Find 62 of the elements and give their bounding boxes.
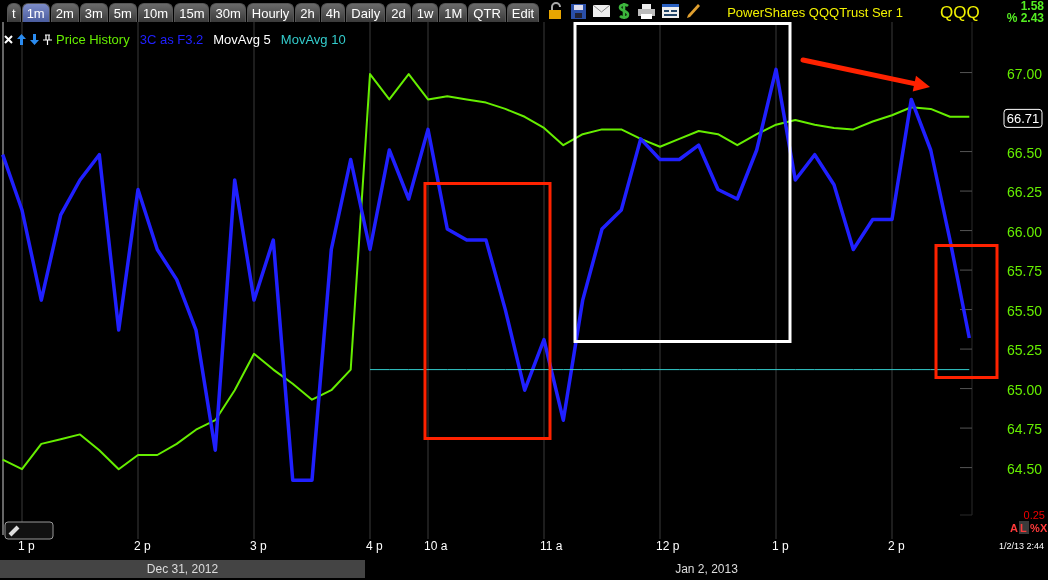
axis-label: 1 p [772,539,789,553]
timeframe-tab[interactable]: 1w [411,3,439,22]
axis-label: 11 a [540,539,563,553]
close-icon[interactable] [4,35,13,44]
save-icon[interactable] [571,3,587,19]
pencil-icon[interactable] [686,3,701,19]
mail-icon[interactable] [593,5,611,17]
legend-label: MovAvg 5 [213,32,271,47]
pin-icon[interactable] [43,34,52,45]
timeframe-tab[interactable]: 2m [50,3,79,22]
printer-icon[interactable] [638,2,656,20]
axis-label: 2 p [134,539,151,553]
timeframe-tab[interactable]: 2d [386,3,411,22]
timeframe-tab[interactable]: QTR [468,3,506,22]
legend-label: 3C as F3.2 [139,32,204,47]
axis-label: 65.25 [1007,342,1043,359]
down-arrow-icon[interactable] [30,34,39,45]
axis-label: 3 p [250,539,267,553]
timeframe-tab[interactable]: 1M [439,3,468,22]
price-change: 1.58 [1020,0,1044,12]
timeframe-tab[interactable]: 15m [174,3,210,22]
axis-label: 1 p [18,539,35,553]
timeframe-tab[interactable]: Hourly [246,3,295,22]
axis-label: 67.00 [1007,65,1043,82]
scale-value: 0.25 [1023,509,1045,521]
timeframe-tab[interactable]: 1m [21,3,50,22]
timestamp: 1/2/13 2:44 [998,541,1044,551]
timeframe-tab[interactable]: 5m [108,3,137,22]
scale-button[interactable]: A [1010,522,1018,534]
timeframe-tab[interactable]: Daily [346,3,386,22]
legend-label: MovAvg 10 [280,32,346,47]
legend-label: Price History [56,32,130,47]
date-segment: Dec 31, 2012 [0,560,365,578]
timeframe-tab[interactable]: 10m [137,3,174,22]
timeframe-tab[interactable]: 2h [295,3,320,22]
axis-label: 2 p [888,539,905,553]
ticker-symbol: QQQ [940,1,980,23]
axis-label: 64.75 [1007,421,1043,438]
up-arrow-icon[interactable] [17,34,26,45]
timeframe-tab[interactable]: t [7,3,21,22]
timeframe-tab[interactable]: 3m [79,3,108,22]
axis-label: 4 p [366,539,383,553]
price-tag: 66.71 [1003,108,1043,128]
scale-button[interactable]: % [1030,522,1040,534]
timeframe-tab[interactable]: 30m [210,3,246,22]
axis-label: 12 p [656,539,680,553]
axis-label: 66.50 [1007,144,1043,161]
axis-label: 65.75 [1007,263,1043,280]
percent-change: % 2.43 [1006,12,1044,24]
axis-label: 66.25 [1007,184,1043,201]
axis-label: 65.50 [1007,302,1043,319]
timeframe-tab[interactable]: 4h [320,3,346,22]
dollar-icon[interactable] [617,2,632,20]
security-name: PowerShares QQQTrust Ser 1 [727,4,903,20]
axis-label: 10 a [424,539,448,553]
axis-label: 66.00 [1007,223,1043,240]
axis-label: 65.00 [1007,381,1043,398]
window-icon[interactable] [662,4,680,18]
scale-button[interactable]: X [1040,522,1048,534]
scroll-handle[interactable] [4,521,54,540]
timeframe-tab[interactable]: Edit [506,3,540,22]
axis-label: 64.50 [1007,460,1043,477]
